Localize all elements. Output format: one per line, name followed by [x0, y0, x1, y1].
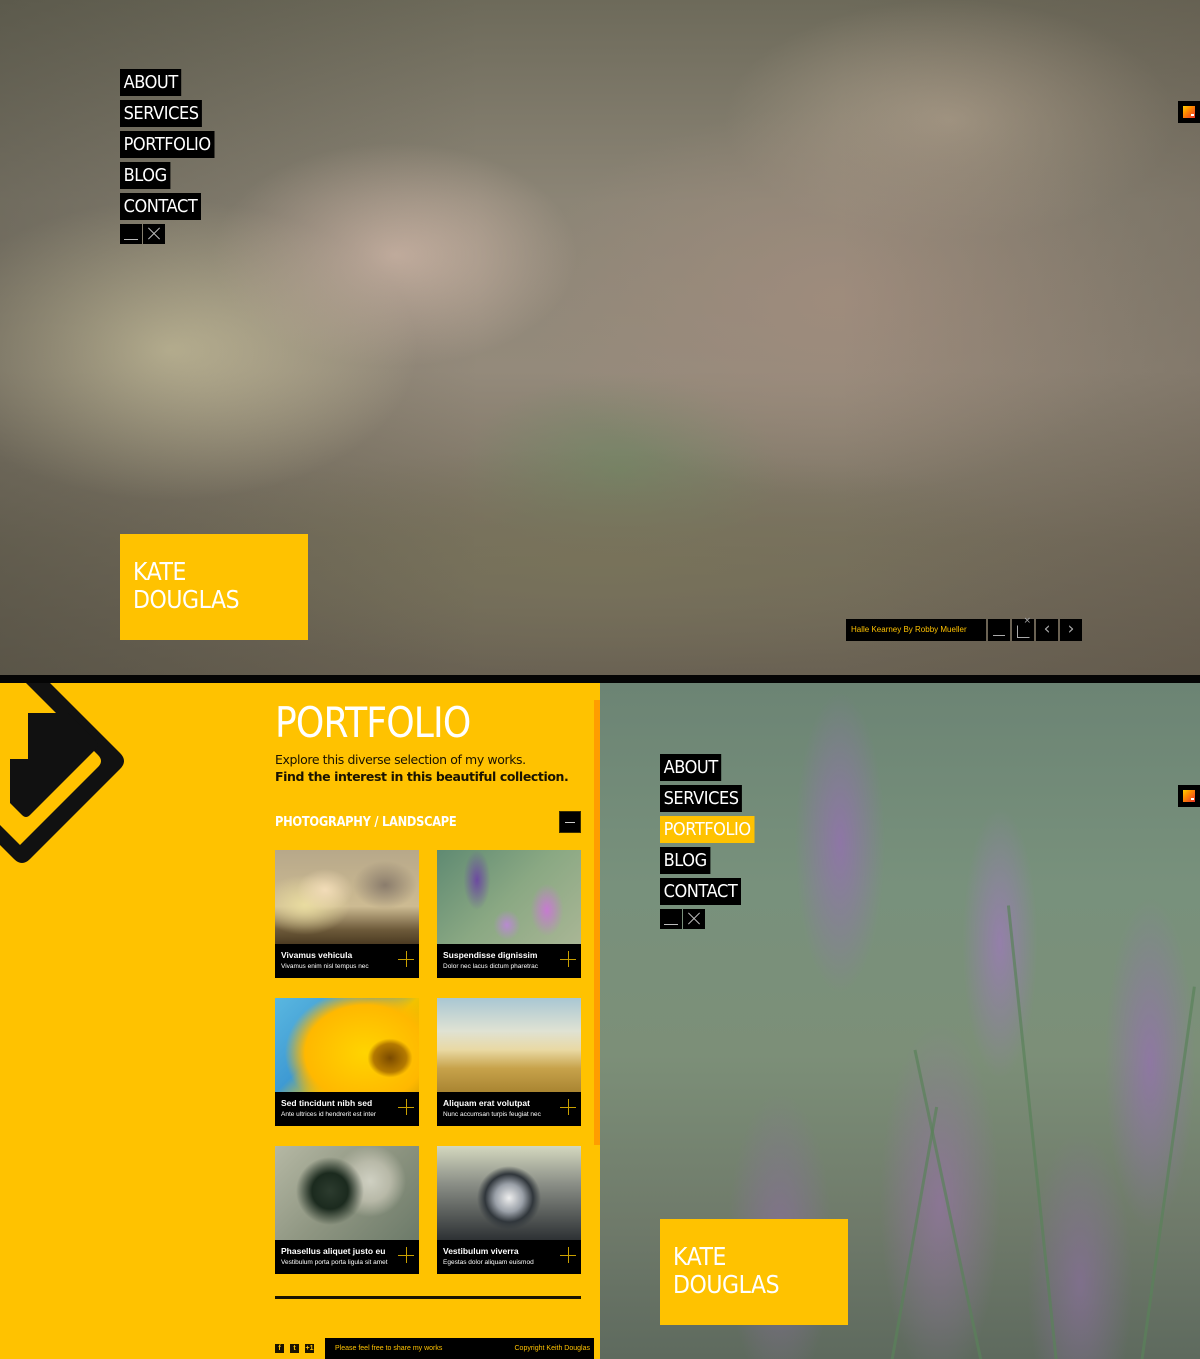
portfolio-content: PORTFOLIO Explore this diverse selection… [275, 683, 581, 1299]
nav-item-services[interactable]: SERVICES [120, 100, 203, 127]
name-first: KATE [673, 1242, 726, 1271]
portfolio-item[interactable]: Phasellus aliquet justo eu Vestibulum por… [275, 1146, 419, 1274]
plus-icon[interactable] [398, 1099, 414, 1115]
item-subtitle: Vivamus enim nisl tempus nec [281, 963, 369, 970]
item-subtitle: Vestibulum porta porta ligula sit amet [281, 1259, 388, 1266]
minimize-icon[interactable] [120, 224, 142, 244]
minimize-icon[interactable] [660, 909, 682, 929]
section-divider [275, 1296, 581, 1299]
next-slide-button[interactable]: › [1060, 619, 1082, 641]
item-subtitle: Egestas dolor aliquam euismod [443, 1259, 534, 1266]
portfolio-thumbnail [275, 998, 419, 1092]
portfolio-thumbnail [275, 1146, 419, 1240]
nav-item-about[interactable]: ABOUT [120, 69, 182, 96]
nav-item-services[interactable]: SERVICES [660, 785, 743, 812]
name-last: DOUGLAS [133, 585, 240, 614]
chevron-right-icon: › [1067, 619, 1075, 639]
category-filter[interactable]: PHOTOGRAPHY / LANDSCAPE [275, 815, 457, 830]
color-palette-icon [1183, 106, 1195, 118]
chevron-left-icon: ‹ [1043, 619, 1051, 639]
item-title: Sed tincidunt nibh sed [281, 1098, 373, 1108]
background-stem [913, 1049, 983, 1359]
copyright-text: Copyright Keith Douglas [514, 1345, 591, 1352]
item-title: Phasellus aliquet justo eu [281, 1246, 386, 1256]
logo-icon [0, 683, 124, 863]
category-header: PHOTOGRAPHY / LANDSCAPE [275, 811, 581, 833]
name-card: KATE DOUGLAS [660, 1219, 848, 1325]
background-stem [1140, 986, 1196, 1359]
nav-controls [660, 909, 705, 929]
plus-icon[interactable] [560, 951, 576, 967]
footer-bar: Please feel free to share my works Copyr… [325, 1338, 600, 1359]
portfolio-thumbnail [437, 1146, 581, 1240]
item-title: Vivamus vehicula [281, 950, 353, 960]
name-last: DOUGLAS [673, 1270, 780, 1299]
style-switcher-button[interactable] [1178, 101, 1200, 123]
background-stem [890, 1106, 939, 1359]
fullscreen-icon[interactable] [1012, 616, 1034, 641]
plus-icon[interactable] [560, 1247, 576, 1263]
plus-icon[interactable] [398, 1247, 414, 1263]
intro-line-2: Find the interest in this beautiful coll… [275, 769, 569, 784]
color-palette-icon [1183, 790, 1195, 802]
item-subtitle: Nunc accumsan turpis feugiat nec [443, 1111, 541, 1118]
item-title: Aliquam erat volutpat [443, 1098, 530, 1108]
portfolio-thumbnail [437, 998, 581, 1092]
nav-item-blog[interactable]: BLOG [660, 847, 711, 874]
close-icon[interactable] [143, 224, 165, 244]
background-stem [1006, 905, 1058, 1359]
portfolio-item[interactable]: Sed tincidunt nibh sed Ante ultrices id h… [275, 998, 419, 1126]
portfolio-item[interactable]: Vestibulum viverra Egestas dolor aliquam … [437, 1146, 581, 1274]
style-switcher-button[interactable] [1178, 785, 1200, 807]
main-nav: ABOUT SERVICES PORTFOLIO BLOG CONTACT [120, 69, 225, 244]
minimize-icon[interactable] [988, 619, 1010, 641]
portfolio-item[interactable]: Aliquam erat volutpat Nunc accumsan turpi… [437, 998, 581, 1126]
nav-item-about[interactable]: ABOUT [660, 754, 722, 781]
item-subtitle: Ante ultrices id hendrerit est inter [281, 1111, 377, 1118]
portfolio-item[interactable]: Vivamus vehicula Vivamus enim nisl tempus… [275, 850, 419, 978]
item-title: Vestibulum viverra [443, 1246, 519, 1256]
collapse-button[interactable] [559, 811, 581, 833]
facebook-icon[interactable]: f [275, 1344, 284, 1353]
social-links: f t +1 [275, 1344, 325, 1353]
portfolio-panel: PORTFOLIO Explore this diverse selection… [0, 683, 600, 1359]
photo-caption: Halle Kearney By Robby Mueller [846, 619, 986, 641]
page-title: PORTFOLIO [275, 698, 471, 747]
name-card: KATE DOUGLAS [120, 534, 308, 640]
portfolio-thumbnail [275, 850, 419, 944]
twitter-icon[interactable]: t [290, 1344, 299, 1353]
slideshow-controls: Halle Kearney By Robby Mueller ‹ › [846, 616, 1082, 641]
plus-icon[interactable] [560, 1099, 576, 1115]
portfolio-intro: Explore this diverse selection of my wor… [275, 751, 581, 785]
main-nav: ABOUT SERVICES PORTFOLIO BLOG CONTACT [660, 754, 765, 929]
portfolio-item[interactable]: Suspendisse dignissim Dolor nec lacus dic… [437, 850, 581, 978]
nav-item-contact[interactable]: CONTACT [120, 193, 201, 220]
lavender-background: ABOUT SERVICES PORTFOLIO BLOG CONTACT KA… [600, 683, 1200, 1359]
item-subtitle: Dolor nec lacus dictum pharetrac [443, 963, 539, 970]
intro-line-1: Explore this diverse selection of my wor… [275, 752, 526, 767]
nav-item-portfolio[interactable]: PORTFOLIO [120, 131, 215, 158]
nav-item-contact[interactable]: CONTACT [660, 878, 741, 905]
nav-item-portfolio[interactable]: PORTFOLIO [660, 816, 755, 843]
name-first: KATE [133, 557, 186, 586]
nav-item-blog[interactable]: BLOG [120, 162, 171, 189]
prev-slide-button[interactable]: ‹ [1036, 619, 1058, 641]
share-text: Please feel free to share my works [335, 1345, 443, 1352]
nav-controls [120, 224, 165, 244]
google-plus-icon[interactable]: +1 [305, 1344, 314, 1353]
item-title: Suspendisse dignissim [443, 950, 538, 960]
plus-icon[interactable] [398, 951, 414, 967]
portfolio-thumbnail [437, 850, 581, 944]
portfolio-grid: Vivamus vehicula Vivamus enim nisl tempus… [275, 850, 581, 1274]
close-icon[interactable] [683, 909, 705, 929]
hero-screen: ABOUT SERVICES PORTFOLIO BLOG CONTACT KA… [0, 0, 1200, 675]
portfolio-footer: f t +1 Please feel free to share my work… [275, 1338, 600, 1359]
screen-divider [0, 675, 1200, 683]
